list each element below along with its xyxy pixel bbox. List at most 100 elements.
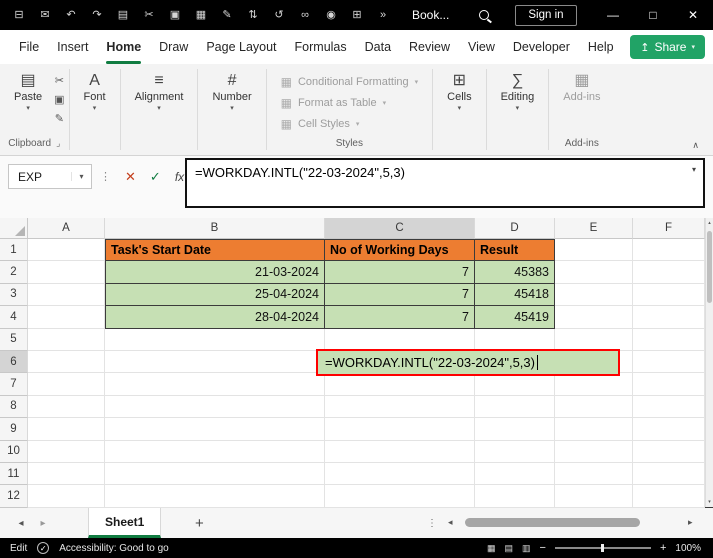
dialog-launcher-icon[interactable]: ⌟ xyxy=(56,138,60,149)
cut-icon[interactable]: ✂ xyxy=(136,0,162,30)
tab-developer[interactable]: Developer xyxy=(504,30,579,64)
cell-F2[interactable] xyxy=(633,261,705,284)
tab-file[interactable]: File xyxy=(10,30,48,64)
cell-A4[interactable] xyxy=(28,306,105,329)
normal-view-icon[interactable]: ▦ xyxy=(487,543,496,554)
tab-home[interactable]: Home xyxy=(97,30,150,64)
cell-F12[interactable] xyxy=(633,485,705,508)
cell-B7[interactable] xyxy=(105,373,325,396)
page-break-view-icon[interactable]: ▥ xyxy=(522,543,531,554)
cell-B8[interactable] xyxy=(105,395,325,419)
font-button[interactable]: A Font ▾ xyxy=(74,67,116,114)
cell-F5[interactable] xyxy=(633,328,705,351)
number-button[interactable]: # Number ▾ xyxy=(202,67,261,114)
chevron-down-icon[interactable]: ▾ xyxy=(71,172,91,181)
cell-D4[interactable]: 45419 xyxy=(475,306,555,329)
cell-A1[interactable] xyxy=(28,239,105,262)
column-header-A[interactable]: A xyxy=(28,218,105,239)
cell-B12[interactable] xyxy=(105,485,325,508)
cell-D9[interactable] xyxy=(475,418,555,441)
undo-history-icon[interactable]: ↺ xyxy=(266,0,292,30)
ribbon-format-as-table-button[interactable]: ▦ Format as Table ▾ xyxy=(281,96,419,110)
cell-E4[interactable] xyxy=(555,306,633,329)
tab-review[interactable]: Review xyxy=(400,30,459,64)
cell-E1[interactable] xyxy=(555,239,633,262)
row-header-3[interactable]: 3 xyxy=(0,283,28,307)
name-box[interactable]: EXP ▾ xyxy=(8,164,92,189)
collapse-ribbon-icon[interactable]: ∧ xyxy=(692,140,699,151)
cell-C3[interactable]: 7 xyxy=(325,283,475,307)
cell-C4[interactable]: 7 xyxy=(325,306,475,329)
cell-E3[interactable] xyxy=(555,283,633,307)
tab-draw[interactable]: Draw xyxy=(150,30,197,64)
format-painter-icon[interactable]: ✎ xyxy=(214,0,240,30)
scroll-left-icon[interactable]: ◂ xyxy=(448,517,453,528)
row-header-12[interactable]: 12 xyxy=(0,485,28,508)
cell-F9[interactable] xyxy=(633,418,705,441)
cell-C10[interactable] xyxy=(325,440,475,463)
cell-A11[interactable] xyxy=(28,462,105,486)
format-painter-icon[interactable]: ✎ xyxy=(54,112,64,125)
cell-D12[interactable] xyxy=(475,485,555,508)
cell-B10[interactable] xyxy=(105,440,325,463)
ribbon-conditional-formatting-button[interactable]: ▦ Conditional Formatting ▾ xyxy=(281,75,419,89)
accessibility-icon[interactable]: ✓ xyxy=(37,542,50,554)
save-icon[interactable]: ⊟ xyxy=(6,0,32,30)
sheet-tab-sheet1[interactable]: Sheet1 xyxy=(88,508,162,538)
row-header-10[interactable]: 10 xyxy=(0,440,28,463)
cell-C9[interactable] xyxy=(325,418,475,441)
cell-D10[interactable] xyxy=(475,440,555,463)
cell-A5[interactable] xyxy=(28,328,105,351)
tab-data[interactable]: Data xyxy=(356,30,400,64)
cell-A6[interactable] xyxy=(28,350,105,374)
redo-icon[interactable]: ↷ xyxy=(84,0,110,30)
cell-F4[interactable] xyxy=(633,306,705,329)
select-all-corner[interactable] xyxy=(0,218,28,239)
column-header-E[interactable]: E xyxy=(555,218,633,239)
cell-D7[interactable] xyxy=(475,373,555,396)
cell-A12[interactable] xyxy=(28,485,105,508)
cell-A9[interactable] xyxy=(28,418,105,441)
cell-D3[interactable]: 45418 xyxy=(475,283,555,307)
row-header-7[interactable]: 7 xyxy=(0,373,28,396)
cell-E2[interactable] xyxy=(555,261,633,284)
cell-F7[interactable] xyxy=(633,373,705,396)
cell-C5[interactable] xyxy=(325,328,475,351)
row-header-8[interactable]: 8 xyxy=(0,395,28,419)
cell-A8[interactable] xyxy=(28,395,105,419)
cell-C2[interactable]: 7 xyxy=(325,261,475,284)
paste-icon[interactable]: ▤ xyxy=(110,0,136,30)
page-layout-view-icon[interactable]: ▤ xyxy=(505,543,514,554)
cancel-icon[interactable]: ✕ xyxy=(125,169,136,185)
row-header-4[interactable]: 4 xyxy=(0,306,28,329)
cell-F11[interactable] xyxy=(633,462,705,486)
minimize-icon[interactable]: — xyxy=(593,0,633,30)
cell-B11[interactable] xyxy=(105,462,325,486)
sign-in-button[interactable]: Sign in xyxy=(515,4,577,26)
tab-page-layout[interactable]: Page Layout xyxy=(197,30,285,64)
column-header-B[interactable]: B xyxy=(105,218,325,239)
formula-input[interactable]: =WORKDAY.INTL("22-03-2024",5,3) ▾ xyxy=(185,158,705,208)
ribbon-cell-styles-button[interactable]: ▦ Cell Styles ▾ xyxy=(281,117,419,131)
insert-function-icon[interactable]: fx xyxy=(175,170,184,184)
zoom-out-icon[interactable]: − xyxy=(540,542,546,554)
cell-A3[interactable] xyxy=(28,283,105,307)
cell-C11[interactable] xyxy=(325,462,475,486)
search-icon[interactable] xyxy=(479,10,490,20)
prev-sheet-icon[interactable]: ◂ xyxy=(10,518,32,529)
cell-E12[interactable] xyxy=(555,485,633,508)
link-icon[interactable]: ∞ xyxy=(292,0,318,30)
horizontal-scrollbar[interactable] xyxy=(462,518,682,528)
cell-B4[interactable]: 28-04-2024 xyxy=(105,306,325,329)
formula-bar-expand-icon[interactable]: ▾ xyxy=(692,165,696,174)
cell-B3[interactable]: 25-04-2024 xyxy=(105,283,325,307)
close-icon[interactable]: ✕ xyxy=(673,0,713,30)
cell-D8[interactable] xyxy=(475,395,555,419)
tab-formulas[interactable]: Formulas xyxy=(286,30,356,64)
row-header-5[interactable]: 5 xyxy=(0,328,28,351)
cells-button[interactable]: ⊞ Cells ▾ xyxy=(437,67,481,114)
zoom-slider[interactable] xyxy=(554,544,651,552)
undo-icon[interactable]: ↶ xyxy=(58,0,84,30)
cell-C1[interactable]: No of Working Days xyxy=(325,239,475,262)
alignment-button[interactable]: ≡ Alignment ▾ xyxy=(125,67,194,114)
